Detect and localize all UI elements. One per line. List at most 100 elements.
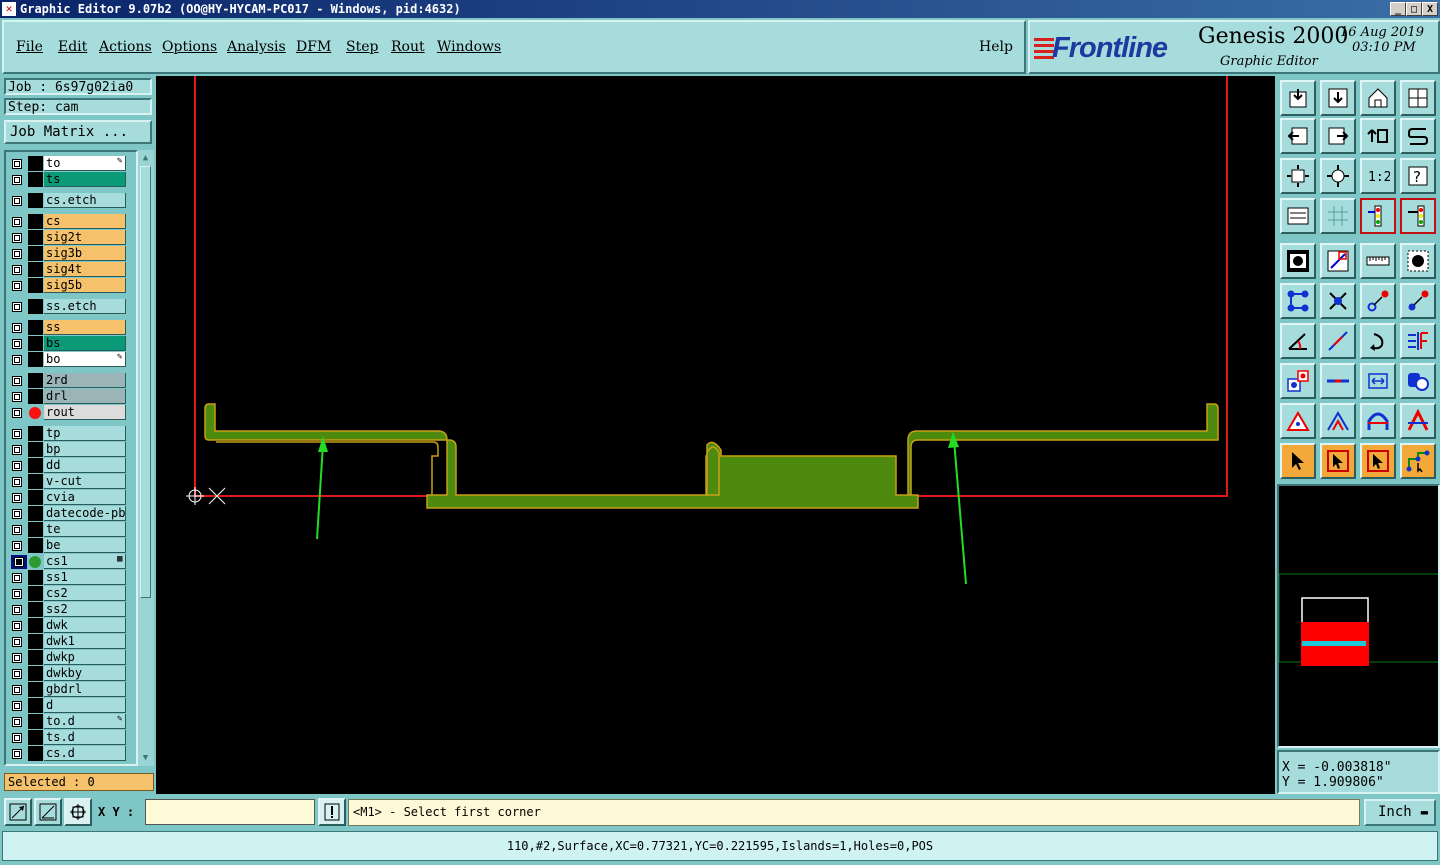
menu-rout[interactable]: Rout: [391, 39, 425, 55]
layer-checkbox[interactable]: [12, 217, 22, 227]
snap-button[interactable]: [1280, 363, 1316, 399]
layer-checkbox[interactable]: [12, 477, 22, 487]
layer-checkbox[interactable]: [14, 557, 24, 567]
layer-row[interactable]: gbdrl: [6, 682, 136, 698]
layer-checkbox[interactable]: [12, 249, 22, 259]
feature-alt-button[interactable]: [1400, 403, 1436, 439]
layer-checkbox[interactable]: [12, 159, 22, 169]
open-step-button[interactable]: [1280, 80, 1316, 116]
feature-button[interactable]: [1360, 403, 1396, 439]
layer-display-slot[interactable]: [28, 538, 43, 553]
layer-display-slot[interactable]: [28, 299, 43, 314]
layer-row[interactable]: sig2t: [6, 230, 136, 246]
menu-step[interactable]: Step: [346, 39, 378, 55]
zoom-area-button[interactable]: [4, 798, 32, 826]
layer-display-slot[interactable]: [28, 522, 43, 537]
layer-checkbox[interactable]: [12, 175, 22, 185]
layer-name[interactable]: gbdrl: [44, 682, 126, 697]
layer-row[interactable]: ss.etch: [6, 299, 136, 315]
shape-button[interactable]: [1400, 363, 1436, 399]
layer-checkbox[interactable]: [12, 281, 22, 291]
redo-button[interactable]: [1400, 118, 1436, 154]
layer-checkbox[interactable]: [12, 573, 22, 583]
layer-checkbox[interactable]: [12, 541, 22, 551]
layer-checkbox[interactable]: [12, 733, 22, 743]
layer-row[interactable]: v-cut: [6, 474, 136, 490]
layer-row[interactable]: cs2: [6, 586, 136, 602]
layer-name[interactable]: dd: [44, 458, 126, 473]
layer-display-slot[interactable]: [28, 666, 43, 681]
triangle-button[interactable]: [1280, 403, 1316, 439]
select-touch-button[interactable]: [1360, 443, 1396, 479]
layer-row[interactable]: sig4t: [6, 262, 136, 278]
layer-row[interactable]: te: [6, 522, 136, 538]
layer-row[interactable]: ts: [6, 172, 136, 188]
layer-checkbox[interactable]: [12, 685, 22, 695]
layer-name[interactable]: sig2t: [44, 230, 126, 245]
layer-name[interactable]: to: [44, 156, 126, 171]
layer-checkbox[interactable]: [12, 233, 22, 243]
layer-name[interactable]: ss.etch: [44, 299, 126, 314]
layer-checkbox[interactable]: [12, 265, 22, 275]
layer-display-slot[interactable]: [28, 336, 43, 351]
layer-name[interactable]: bo: [44, 352, 126, 367]
graphic-canvas[interactable]: [156, 76, 1275, 794]
net-button[interactable]: [1280, 283, 1316, 319]
layer-display-dot-icon[interactable]: [29, 407, 41, 419]
resize-button[interactable]: [1360, 363, 1396, 399]
arc-button[interactable]: [1360, 323, 1396, 359]
layer-row[interactable]: bs: [6, 336, 136, 352]
layer-row[interactable]: bp: [6, 442, 136, 458]
layer-checkbox[interactable]: [12, 525, 22, 535]
layer-checkbox[interactable]: [12, 445, 22, 455]
layer-row[interactable]: to ✎: [6, 156, 136, 172]
layer-row[interactable]: dwk: [6, 618, 136, 634]
layer-checkbox[interactable]: [12, 392, 22, 402]
mirror-button[interactable]: [1400, 323, 1436, 359]
zoom-center-button[interactable]: [1320, 158, 1356, 194]
maximize-button[interactable]: □: [1406, 2, 1422, 16]
layer-name[interactable]: tp: [44, 426, 126, 441]
layer-name[interactable]: dwk: [44, 618, 126, 633]
layer-display-slot[interactable]: [28, 602, 43, 617]
layer-checkbox[interactable]: [12, 493, 22, 503]
line-edit-button[interactable]: [1320, 323, 1356, 359]
layer-name[interactable]: ss2: [44, 602, 126, 617]
layer-display-slot[interactable]: [28, 156, 43, 171]
layer-checkbox[interactable]: [12, 637, 22, 647]
layer-name[interactable]: ss: [44, 320, 126, 335]
next-step-button[interactable]: [1320, 118, 1356, 154]
cut-line-button[interactable]: [1320, 363, 1356, 399]
layer-checkbox[interactable]: [12, 589, 22, 599]
close-button[interactable]: X: [1422, 2, 1438, 16]
layer-name[interactable]: cs1: [44, 554, 126, 569]
layer-display-slot[interactable]: [28, 714, 43, 729]
layer-row[interactable]: dwkp: [6, 650, 136, 666]
layer-name[interactable]: bp: [44, 442, 126, 457]
layer-display-slot[interactable]: [28, 746, 43, 761]
layer-name[interactable]: cs.d: [44, 746, 126, 761]
layer-name[interactable]: to.d: [44, 714, 126, 729]
layer-row[interactable]: dwk1: [6, 634, 136, 650]
layer-display-slot[interactable]: [28, 682, 43, 697]
add-pad-button[interactable]: [1280, 243, 1316, 279]
layer-display-slot[interactable]: [28, 618, 43, 633]
scale-1to2-button[interactable]: 1:2: [1360, 158, 1396, 194]
layer-row[interactable]: sig5b: [6, 278, 136, 294]
layer-row[interactable]: d: [6, 698, 136, 714]
overview-minimap[interactable]: [1277, 484, 1440, 748]
layer-name[interactable]: cs.etch: [44, 193, 126, 208]
scroll-thumb[interactable]: [140, 166, 151, 598]
select-arrow-button[interactable]: [1280, 443, 1316, 479]
layer-checkbox[interactable]: [12, 302, 22, 312]
move-button[interactable]: [1360, 283, 1396, 319]
layer-display-slot[interactable]: [28, 650, 43, 665]
menu-options[interactable]: Options: [162, 39, 217, 55]
layer-checkbox[interactable]: [12, 717, 22, 727]
layer-name[interactable]: cs: [44, 214, 126, 229]
menu-help[interactable]: Help: [979, 39, 1013, 55]
layer-name[interactable]: v-cut: [44, 474, 126, 489]
layer-display-slot[interactable]: [28, 320, 43, 335]
layer-row[interactable]: ts.d: [6, 730, 136, 746]
snap-grid-button[interactable]: [64, 798, 92, 826]
